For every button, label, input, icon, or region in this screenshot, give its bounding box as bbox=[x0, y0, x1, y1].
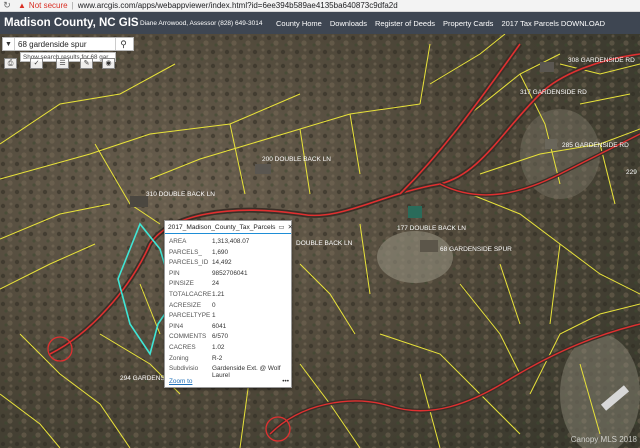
search-widget: ▼ ⚲ bbox=[2, 37, 134, 51]
house-roof bbox=[540, 62, 554, 72]
attribute-row: AREA 1,313,408.07 bbox=[169, 238, 250, 245]
attribute-row: PINSIZE 24 bbox=[169, 280, 220, 288]
house-roof bbox=[420, 240, 438, 252]
popup-footer: Zoom to ••• bbox=[169, 378, 289, 385]
map-label: 308 GARDENSIDE RD bbox=[568, 57, 635, 64]
attribute-row: TOTALCACRE 1.21 bbox=[169, 290, 225, 298]
map-label: DOUBLE BACK LN bbox=[296, 240, 353, 247]
url-text[interactable]: www.arcgis.com/apps/webappviewer/index.h… bbox=[78, 1, 398, 10]
attribute-row: PARCELS_ 1,690 bbox=[169, 248, 228, 256]
house-roof bbox=[545, 139, 557, 149]
app-header: Madison County, NC GIS Diane Arrowood, A… bbox=[0, 12, 640, 34]
nav-county-home[interactable]: County Home bbox=[276, 19, 322, 28]
map-label: 229 bbox=[626, 169, 637, 176]
close-icon[interactable]: ✕ bbox=[288, 223, 293, 231]
map-label: 285 GARDENSIDE RD bbox=[562, 142, 629, 149]
nav-tax-parcels-download[interactable]: 2017 Tax Parcels DOWNLOAD bbox=[501, 19, 605, 28]
map-label: 68 GARDENSIDE SPUR bbox=[440, 246, 512, 253]
attribute-row: ACRESIZE 0 bbox=[169, 301, 216, 309]
popup-header: 2017_Madison_County_Tax_Parcels ▭ ✕ bbox=[165, 221, 293, 234]
aerial-map-canvas[interactable]: 308 GARDENSIDE RD 317 GARDENSIDE RD 285 … bbox=[0, 34, 640, 448]
attribute-row: PARCELS_ID 14,492 bbox=[169, 259, 232, 267]
attribute-row: CACRES 1.02 bbox=[169, 343, 225, 351]
browser-address-bar: ↻ ▲ Not secure | www.arcgis.com/apps/web… bbox=[0, 0, 640, 12]
parcel-popup: 2017_Madison_County_Tax_Parcels ▭ ✕ AREA… bbox=[164, 220, 293, 388]
search-input[interactable] bbox=[15, 38, 115, 50]
map-label: 294 GARDENS bbox=[120, 375, 165, 382]
nav-downloads[interactable]: Downloads bbox=[330, 19, 367, 28]
map-label: 317 GARDENSIDE RD bbox=[520, 89, 587, 96]
attribute-row: Zoning R-2 bbox=[169, 354, 223, 362]
attribute-row: PARCELTYPE 1 bbox=[169, 312, 216, 320]
app-title: Madison County, NC GIS bbox=[4, 17, 139, 29]
search-icon[interactable]: ⚲ bbox=[115, 38, 131, 50]
attribute-row: COMMENTS 6/570 bbox=[169, 333, 228, 341]
clearing bbox=[377, 231, 453, 283]
map-view[interactable]: 308 GARDENSIDE RD 317 GARDENSIDE RD 285 … bbox=[0, 34, 640, 448]
assessor-info: Diane Arrowood, Assessor (828) 649-3014 bbox=[140, 19, 263, 27]
nav-property-cards[interactable]: Property Cards bbox=[443, 19, 493, 28]
nav-register-of-deeds[interactable]: Register of Deeds bbox=[375, 19, 435, 28]
attribute-row: PIN4 6041 bbox=[169, 322, 227, 330]
map-label: 200 DOUBLE BACK LN bbox=[262, 156, 331, 163]
maximize-icon[interactable]: ▭ bbox=[278, 223, 284, 231]
popup-attributes: AREA 1,313,408.07 PARCELS_ 1,690 PARCELS_I… bbox=[165, 234, 291, 380]
warning-icon: ▲ bbox=[18, 1, 26, 10]
map-label: 177 DOUBLE BACK LN bbox=[397, 225, 466, 232]
popup-title: 2017_Madison_County_Tax_Parcels bbox=[168, 223, 276, 231]
chevron-down-icon[interactable]: ▼ bbox=[3, 38, 15, 50]
zoom-to-link[interactable]: Zoom to bbox=[169, 378, 282, 385]
locate-icon[interactable]: ◉ bbox=[102, 58, 115, 69]
watermark: Canopy MLS 2018 bbox=[570, 435, 637, 444]
layers-icon[interactable]: ☰ bbox=[56, 58, 69, 69]
reload-icon[interactable]: ↻ bbox=[0, 0, 14, 11]
map-label: 310 DOUBLE BACK LN bbox=[146, 191, 215, 198]
checkmark-icon[interactable]: ✓ bbox=[30, 58, 43, 69]
house-roof bbox=[408, 206, 422, 218]
more-options-icon[interactable]: ••• bbox=[282, 378, 289, 385]
measure-icon[interactable]: ✎ bbox=[80, 58, 93, 69]
house-roof bbox=[255, 164, 271, 174]
not-secure-label[interactable]: Not secure bbox=[29, 1, 68, 10]
attribute-row: PIN 9852706041 bbox=[169, 269, 248, 277]
print-icon[interactable]: ⎙ bbox=[4, 58, 17, 69]
